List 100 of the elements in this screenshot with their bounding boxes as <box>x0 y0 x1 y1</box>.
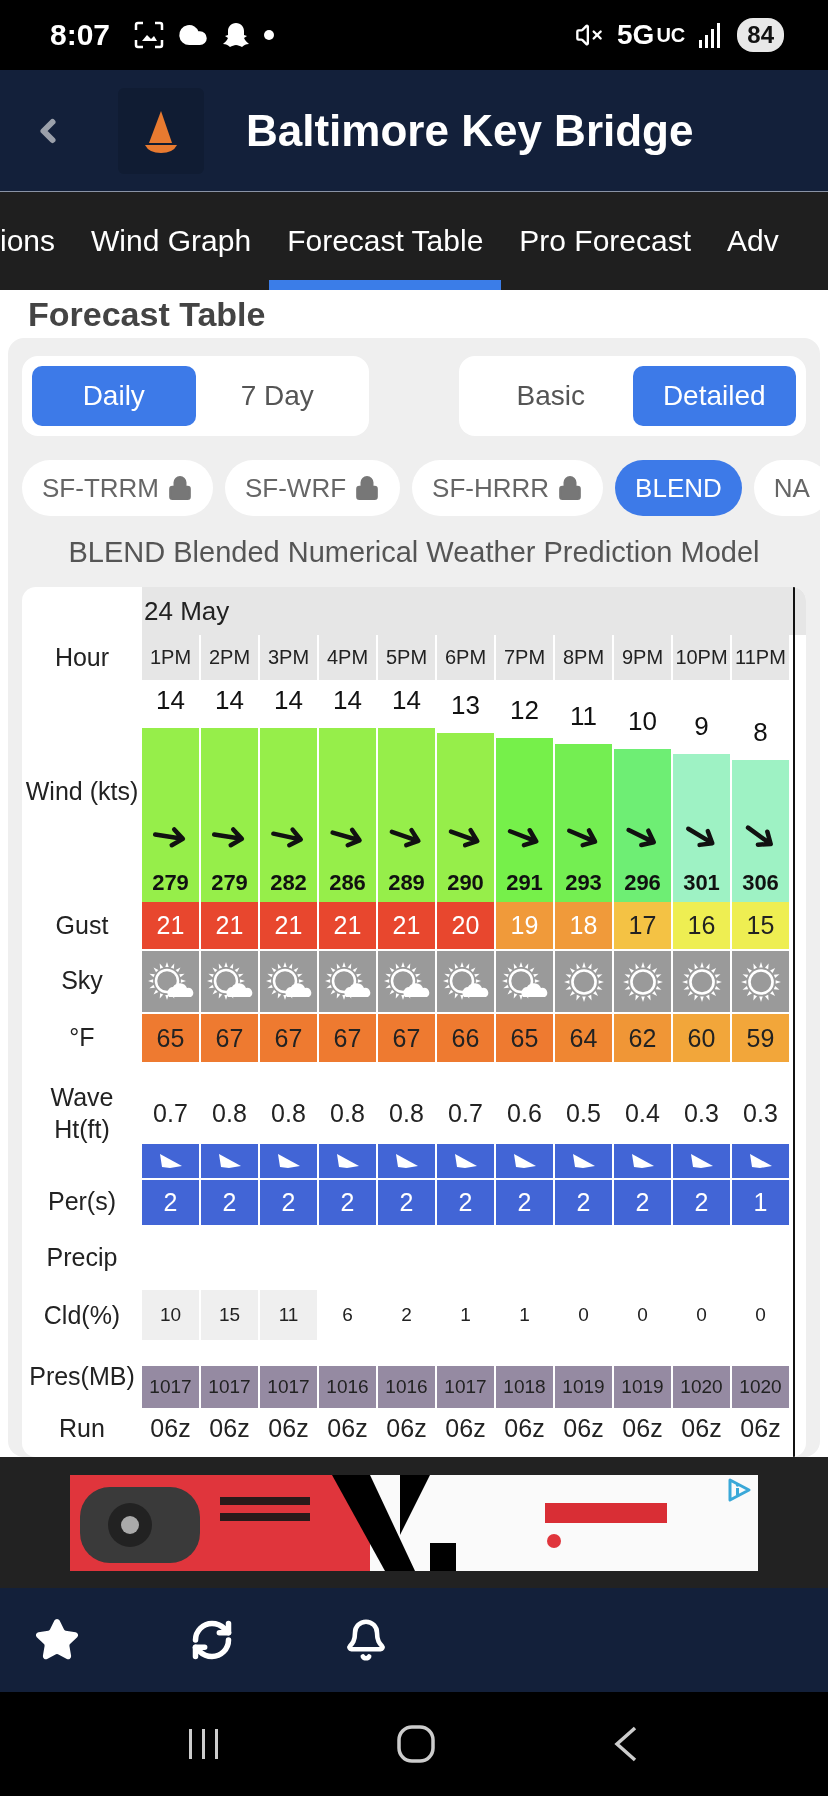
row-label: Precip <box>45 1242 119 1274</box>
wind-direction: 306 <box>742 870 779 896</box>
wind-direction: 290 <box>447 870 484 896</box>
row-label: Cld(%) <box>42 1299 122 1331</box>
nav-tab[interactable]: Adv <box>709 192 779 290</box>
location-title: Baltimore Key Bridge <box>246 105 694 156</box>
nav-tab[interactable]: Wind Graph <box>73 192 270 290</box>
hour-cell: 6PM <box>437 635 496 680</box>
cloud-cell: 6 <box>319 1290 378 1340</box>
detail-option[interactable]: Basic <box>469 366 633 426</box>
arrow-icon <box>747 1152 774 1170</box>
temperature-cell: 64 <box>555 1012 614 1062</box>
cloud-cell: 0 <box>673 1290 732 1340</box>
gust-cell: 20 <box>437 902 496 949</box>
temperature-cell: 67 <box>319 1012 378 1062</box>
arrow-icon <box>334 1152 361 1170</box>
bell-icon <box>344 1618 388 1662</box>
image-icon <box>134 21 165 49</box>
wind-speed: 10 <box>627 706 658 737</box>
temperature-cell: 59 <box>732 1012 791 1062</box>
wind-speed: 8 <box>752 716 769 748</box>
range-option[interactable]: 7 Day <box>195 366 359 426</box>
arrow-icon <box>570 1152 597 1170</box>
row-label: Pres(MB) <box>28 1361 136 1392</box>
pressure-cell: 1016 <box>319 1366 378 1408</box>
arrow-icon <box>216 1152 243 1170</box>
run-cell: 06z <box>319 1408 378 1448</box>
arrow-icon <box>688 1152 715 1170</box>
row-label: Wind (kts) <box>24 775 140 807</box>
hour-cell: 1PM <box>142 635 201 680</box>
wind-speed: 12 <box>509 695 540 727</box>
temperature-cell: 62 <box>614 1012 673 1062</box>
pressure-cell: 1019 <box>614 1366 673 1408</box>
run-cell: 06z <box>260 1408 319 1448</box>
wind-direction: 279 <box>211 870 248 896</box>
gust-cell: 17 <box>614 902 673 949</box>
arrow-icon <box>629 1152 656 1170</box>
temperature-cell: 66 <box>437 1012 496 1062</box>
home-button[interactable] <box>396 1724 436 1764</box>
hour-cell: 11PM <box>732 635 791 680</box>
gust-cell: 21 <box>260 902 319 949</box>
gust-cell: 19 <box>496 902 555 949</box>
range-option[interactable]: Daily <box>32 366 196 426</box>
run-cell: 06z <box>732 1408 791 1448</box>
pressure-cell: 1019 <box>555 1366 614 1408</box>
pressure-cell: 1017 <box>201 1366 260 1408</box>
wind-speed: 11 <box>569 700 598 732</box>
temperature-cell: 67 <box>378 1012 437 1062</box>
run-cell: 06z <box>673 1408 732 1448</box>
hour-cell: 4PM <box>319 635 378 680</box>
row-label: Run <box>58 1412 106 1444</box>
wind-speed: 13 <box>450 690 481 722</box>
home-icon <box>396 1724 436 1764</box>
pressure-cell: 1017 <box>437 1366 496 1408</box>
wind-direction: 293 <box>565 870 602 896</box>
nav-tab[interactable]: Forecast Table <box>269 192 502 290</box>
refresh-button[interactable] <box>190 1618 234 1662</box>
row-label: Per(s) <box>46 1186 118 1218</box>
temperature-cell: 67 <box>201 1012 260 1062</box>
model-chip[interactable]: SF-HRRR <box>412 460 604 516</box>
run-cell: 06z <box>201 1408 260 1448</box>
run-cell: 06z <box>614 1408 673 1448</box>
cloud-cell: 10 <box>142 1290 201 1340</box>
nav-tab[interactable]: Pro Forecast <box>501 192 710 290</box>
model-chip[interactable]: NA <box>753 460 820 516</box>
ad-choices-icon[interactable] <box>726 1477 752 1503</box>
period-cell: 2 <box>142 1178 201 1225</box>
hour-cell: 10PM <box>673 635 732 680</box>
gust-cell: 21 <box>201 902 260 949</box>
row-label: Sky <box>60 965 104 997</box>
wind-speed: 14 <box>155 684 186 716</box>
period-cell: 2 <box>201 1178 260 1225</box>
hour-cell: 5PM <box>378 635 437 680</box>
wind-speed: 14 <box>273 684 304 716</box>
gust-cell: 21 <box>142 902 201 949</box>
model-chip[interactable]: BLEND <box>615 460 742 516</box>
gust-cell: 18 <box>555 902 614 949</box>
model-description: BLEND Blended Numerical Weather Prediction Model <box>67 536 761 569</box>
temperature-cell: 60 <box>673 1012 732 1062</box>
model-chip[interactable]: SF-WRF <box>225 460 401 516</box>
temperature-cell: 65 <box>142 1012 201 1062</box>
run-cell: 06z <box>437 1408 496 1448</box>
period-cell: 2 <box>437 1178 496 1225</box>
wind-direction: 282 <box>270 870 307 896</box>
detail-option[interactable]: Detailed <box>632 366 796 426</box>
nav-tab[interactable]: ions <box>0 192 74 290</box>
gust-cell: 21 <box>378 902 437 949</box>
arrow-icon <box>393 1152 420 1170</box>
run-cell: 06z <box>142 1408 201 1448</box>
temperature-cell: 67 <box>260 1012 319 1062</box>
period-cell: 2 <box>319 1178 378 1225</box>
clock-time: 8:07 <box>50 18 111 52</box>
network-suffix: UC <box>656 23 686 47</box>
hour-cell: 8PM <box>555 635 614 680</box>
cloud-cell: 15 <box>201 1290 260 1340</box>
notifications-button[interactable] <box>344 1618 388 1662</box>
run-cell: 06z <box>496 1408 555 1448</box>
wind-direction: 296 <box>624 870 661 896</box>
hour-cell: 7PM <box>496 635 555 680</box>
model-chip[interactable]: SF-TRRM <box>22 460 213 516</box>
